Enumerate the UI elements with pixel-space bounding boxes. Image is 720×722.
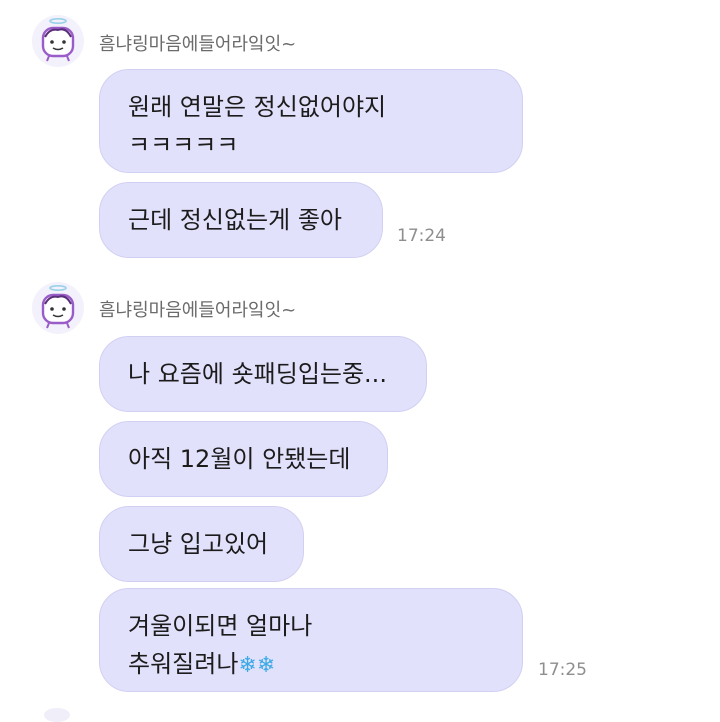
sender-avatar[interactable] <box>32 15 84 67</box>
message-text: 추워질려나 <box>128 650 239 678</box>
sender-name: 흠냐링마음에들어라잌잇~ <box>99 300 297 321</box>
message-timestamp: 17:25 <box>538 660 587 680</box>
message-text-line: 추워질려나❄❄ <box>128 645 496 685</box>
message-bubble[interactable]: 아직 12월이 안됐는데 <box>99 421 388 497</box>
next-avatar-edge <box>44 708 70 722</box>
cartoon-face-avatar-icon <box>41 17 75 62</box>
message-text: 그냥 입고있어 <box>128 530 269 558</box>
message-text: 원래 연말은 정신없어야지 <box>128 93 387 121</box>
message-text: 나 요즘에 숏패딩입는중... <box>128 360 387 388</box>
message-bubble[interactable]: 나 요즘에 숏패딩입는중... <box>99 336 427 412</box>
snowflake-icon: ❄ <box>238 653 257 678</box>
message-bubble[interactable]: 원래 연말은 정신없어야지 ㅋㅋㅋㅋㅋ <box>99 69 523 173</box>
message-text: 아직 12월이 안됐는데 <box>128 445 351 473</box>
sender-name: 흠냐링마음에들어라잌잇~ <box>99 34 297 55</box>
message-bubble[interactable]: 겨울이되면 얼마나 추워질려나❄❄ <box>99 588 523 692</box>
cartoon-face-avatar-icon <box>41 284 75 329</box>
message-text: 근데 정신없는게 좋아 <box>128 206 342 234</box>
message-bubble[interactable]: 그냥 입고있어 <box>99 506 304 582</box>
sender-avatar[interactable] <box>32 282 84 334</box>
message-bubble[interactable]: 근데 정신없는게 좋아 <box>99 182 383 258</box>
snowflake-icon: ❄ <box>256 653 276 678</box>
message-text: ㅋㅋㅋㅋㅋ <box>128 131 239 159</box>
message-timestamp: 17:24 <box>397 226 446 246</box>
message-text: 겨울이되면 얼마나 <box>128 612 313 640</box>
